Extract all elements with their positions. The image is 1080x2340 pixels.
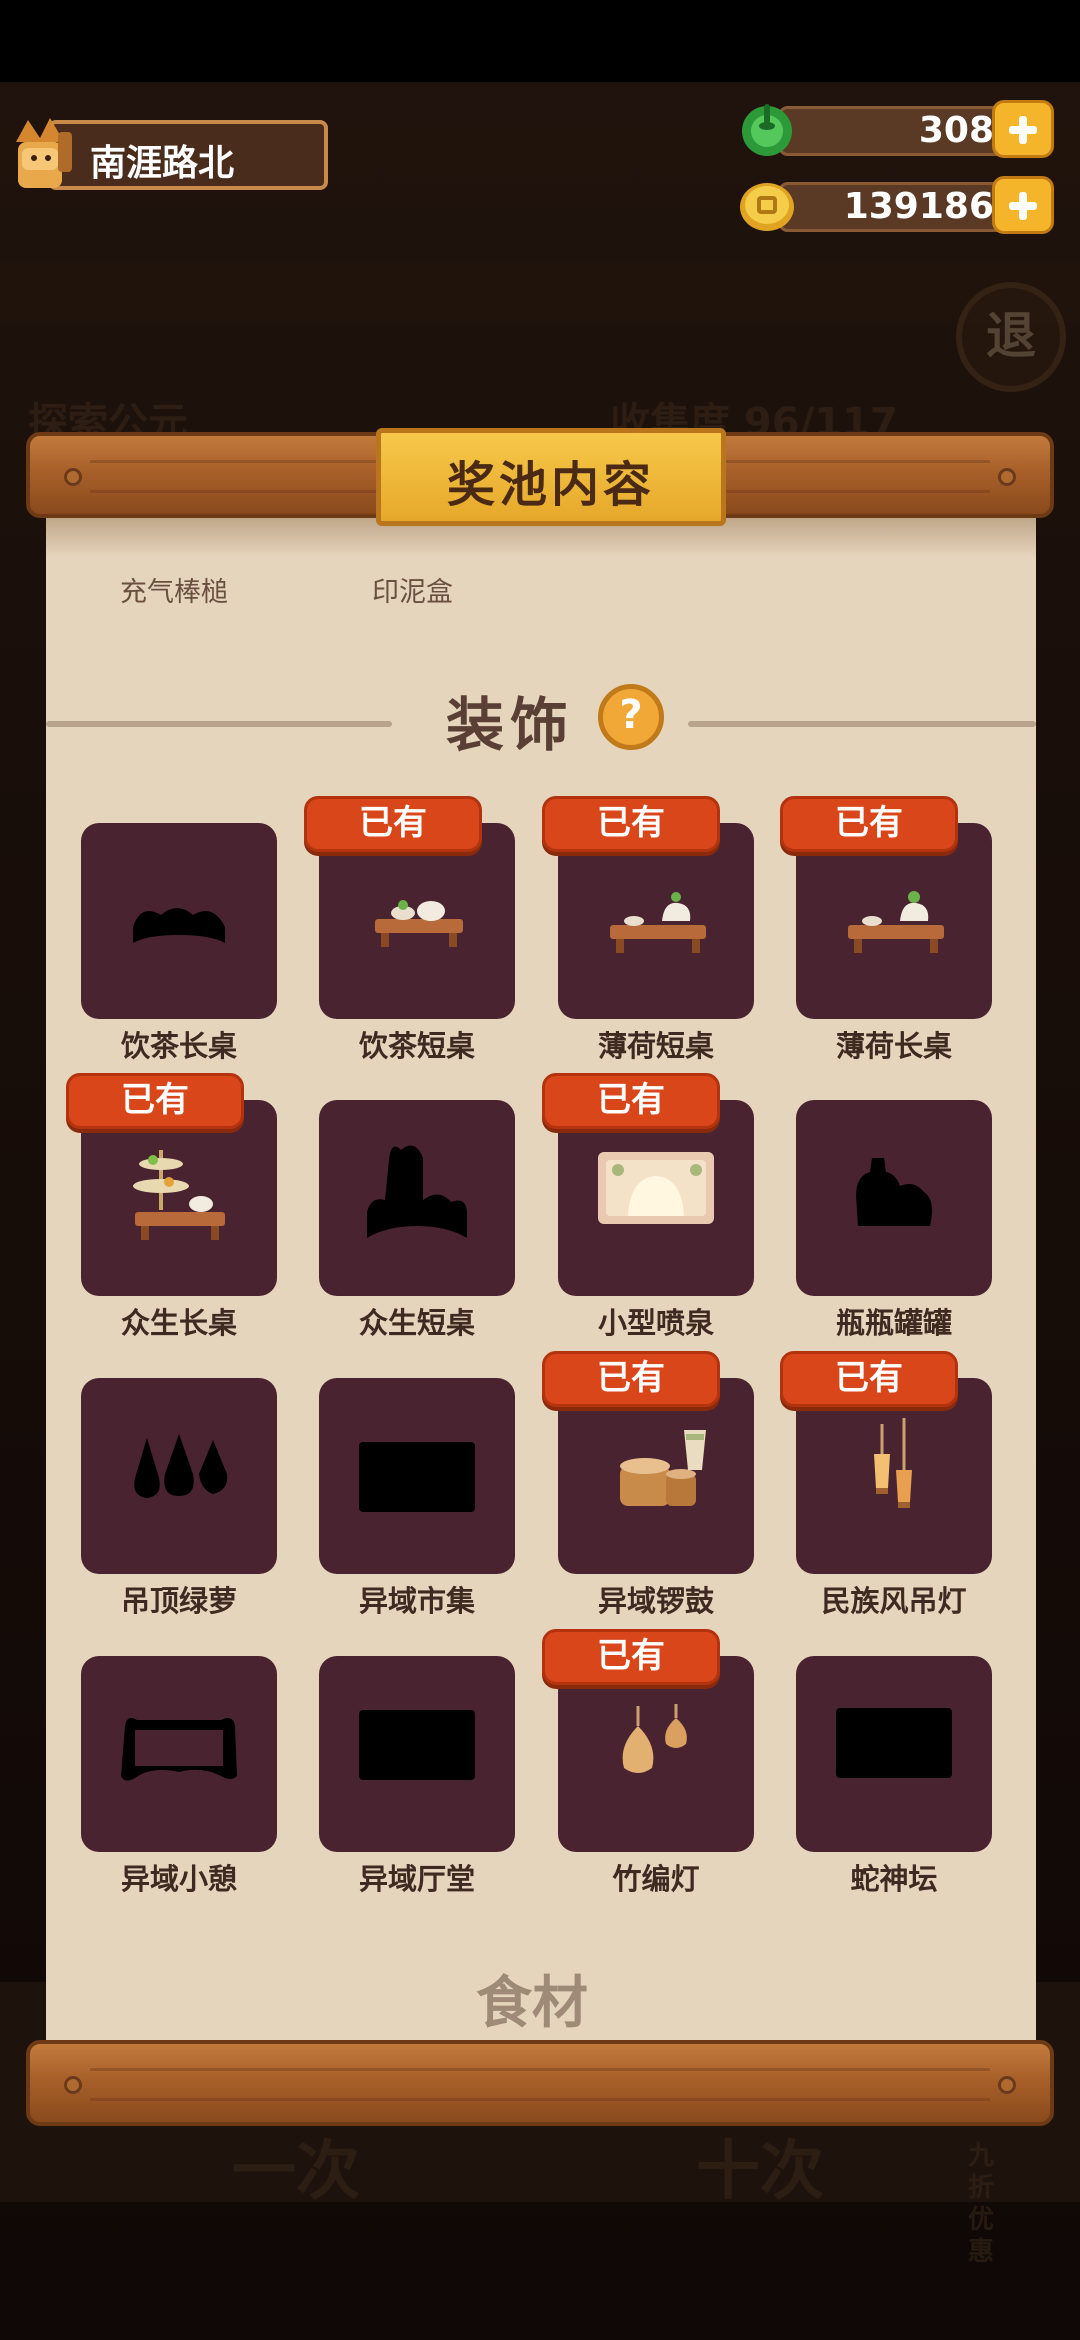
item-name: 饮茶长桌 [120,1029,237,1063]
player-info[interactable]: 南涯路北 [8,112,330,194]
section-title-decoration: 装饰 [446,691,575,759]
tiered-long-table-icon [133,1150,225,1240]
item-name: 众生短桌 [358,1306,475,1340]
owned-badge: 已有 [66,1073,244,1129]
player-avatar-icon[interactable] [8,112,78,194]
item-card[interactable] [319,1378,515,1574]
item-card[interactable] [81,1656,277,1852]
add-gems-button[interactable] [992,100,1054,158]
owned-badge: 已有 [542,1351,720,1407]
item-name: 竹编灯 [612,1862,700,1896]
exotic-hall-silhouette-icon [359,1710,475,1780]
tea-short-table-icon [375,900,463,947]
item-name: 异域市集 [358,1584,475,1618]
section-divider-right [688,721,1036,727]
help-icon[interactable]: ? [598,684,664,750]
owned-badge: 已有 [780,1351,958,1407]
item-card[interactable] [319,1100,515,1296]
prev-item-label: 充气棒槌 [120,577,228,608]
player-name: 南涯路北 [90,143,235,184]
ethnic-pendant-lamp-icon [874,1418,912,1508]
item-name: 异域厅堂 [358,1862,475,1896]
item-card[interactable] [558,1656,754,1852]
item-name: 异域小憩 [120,1862,237,1896]
item-card[interactable] [81,823,277,1019]
tiered-short-table-silhouette-icon [367,1145,467,1238]
tea-long-table-silhouette-icon [133,908,225,943]
owned-badge: 已有 [780,796,958,852]
item-name: 吊顶绿萝 [120,1584,237,1618]
hanging-plant-silhouette-icon [134,1434,228,1498]
item-card[interactable] [81,1100,277,1296]
owned-badge: 已有 [304,796,482,852]
item-card[interactable] [558,823,754,1019]
prev-item-label: 印泥盒 [372,577,453,608]
exotic-market-silhouette-icon [359,1442,475,1512]
item-card[interactable] [558,1100,754,1296]
item-name: 薄荷长桌 [835,1029,952,1063]
item-card[interactable] [558,1378,754,1574]
coin-value: 139186 [843,186,994,227]
item-card[interactable] [796,1100,992,1296]
section-divider-left [46,721,392,727]
coin-counter: 139186 [738,176,1054,234]
item-card[interactable] [796,823,992,1019]
item-name: 饮茶短桌 [358,1029,475,1063]
item-name: 蛇神坛 [850,1862,938,1896]
gem-counter: 308 [738,100,1054,158]
add-coins-button[interactable] [992,176,1054,234]
green-gem-icon [742,104,792,156]
dialog-title: 奖池内容 [446,457,655,513]
prize-pool-panel[interactable]: 充气棒槌 印泥盒 装饰 ? 饮茶长桌 已有 饮茶短桌 已有 薄荷短桌 已有 薄荷… [46,518,1036,2040]
item-name: 民族风吊灯 [821,1584,967,1618]
next-section-title: 食材 [476,1971,588,2036]
item-name: 异域锣鼓 [597,1584,714,1618]
item-name: 薄荷短桌 [597,1029,714,1063]
owned-badge: 已有 [542,1629,720,1685]
exotic-rest-silhouette-icon [121,1718,237,1781]
mint-short-table-icon [610,892,706,953]
item-card[interactable] [81,1378,277,1574]
jars-silhouette-icon [856,1158,932,1226]
item-card[interactable] [796,1656,992,1852]
mint-long-table-icon [848,891,944,953]
gem-value: 308 [918,110,994,151]
bamboo-lamp-icon [622,1704,687,1773]
snake-altar-silhouette-icon [836,1708,952,1778]
owned-badge: 已有 [542,1073,720,1129]
owned-badge: 已有 [542,796,720,852]
status-bar [0,0,1080,82]
gold-coin-icon [740,183,794,231]
item-card[interactable] [319,1656,515,1852]
small-fountain-icon [598,1152,714,1224]
item-name: 众生长桌 [120,1306,237,1340]
scroll-bottom-rod [26,2040,1054,2126]
item-card[interactable] [319,823,515,1019]
exotic-drums-icon [620,1430,706,1506]
item-name: 瓶瓶罐罐 [835,1306,952,1340]
dialog-title-plate: 奖池内容 [376,428,726,526]
item-name: 小型喷泉 [597,1306,714,1340]
item-card[interactable] [796,1378,992,1574]
